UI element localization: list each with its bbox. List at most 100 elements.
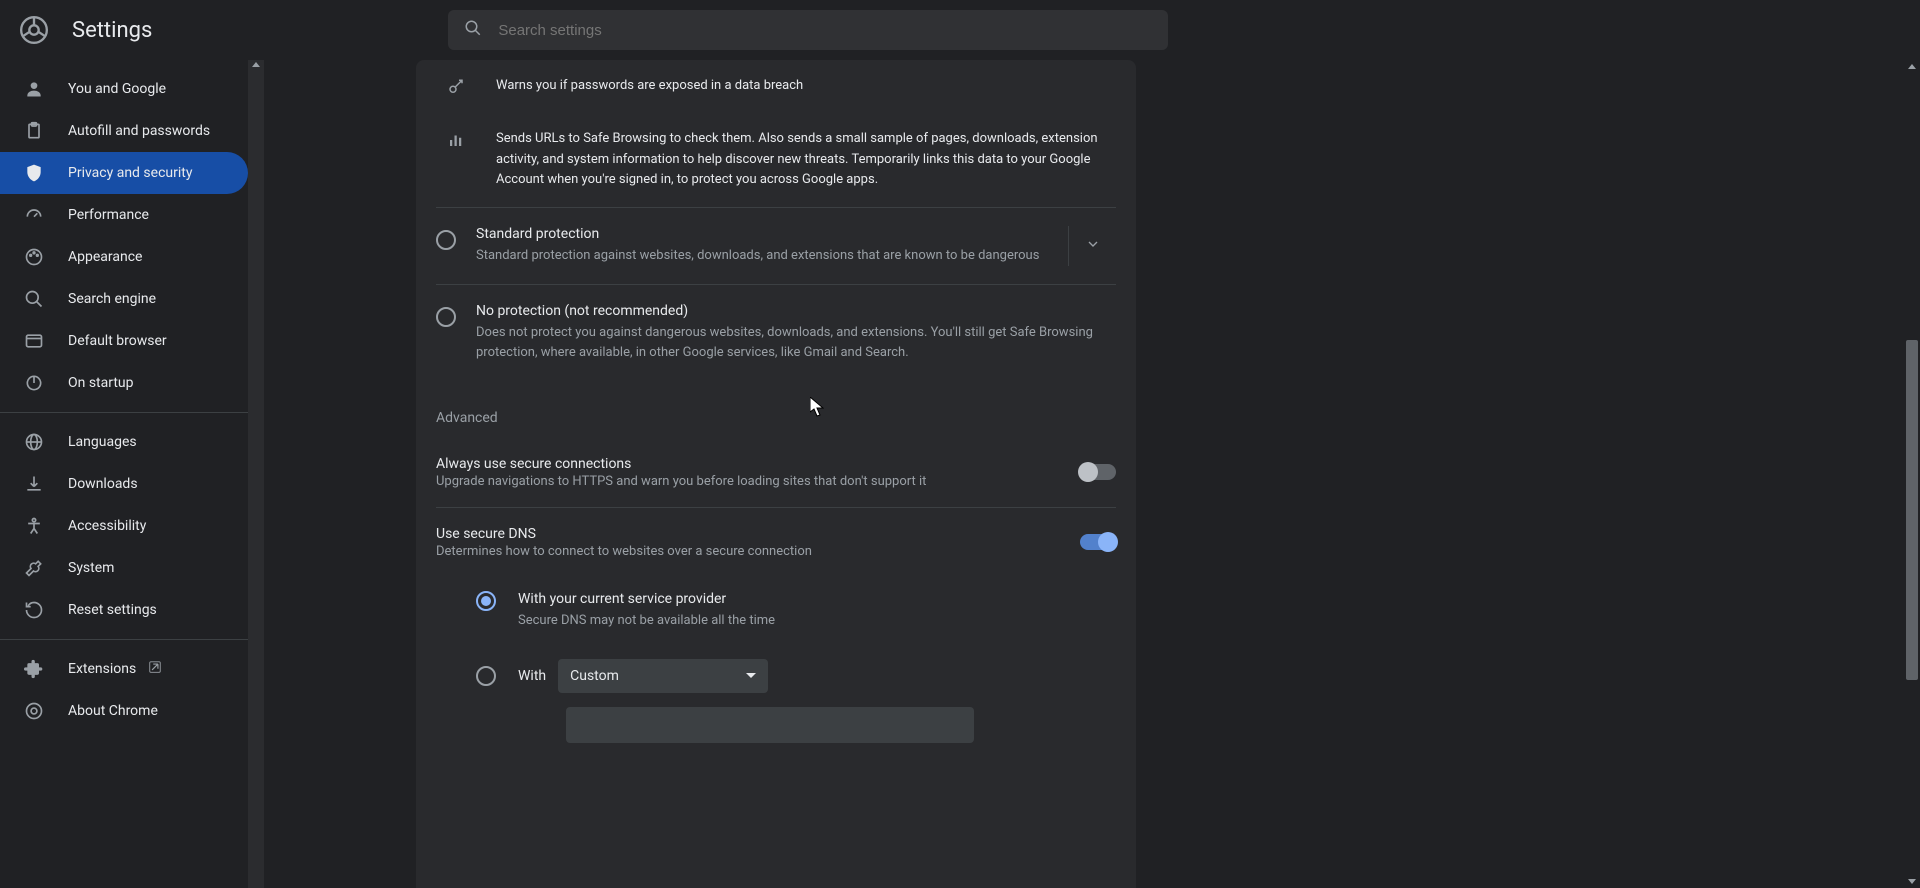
sidebar-item-label: Reset settings <box>68 602 157 618</box>
sidebar-item-performance[interactable]: Performance <box>0 194 248 236</box>
chrome-logo-icon <box>20 16 48 44</box>
sidebar-item-label: Performance <box>68 207 149 223</box>
sidebar-item-downloads[interactable]: Downloads <box>0 463 248 505</box>
sidebar-scrollbar[interactable] <box>248 60 264 888</box>
sidebar-item-appearance[interactable]: Appearance <box>0 236 248 278</box>
radio-icon[interactable] <box>436 230 456 250</box>
dns-custom-input[interactable] <box>566 707 974 743</box>
sidebar-item-reset[interactable]: Reset settings <box>0 589 248 631</box>
restore-icon <box>24 600 44 620</box>
toggle-desc: Upgrade navigations to HTTPS and warn yo… <box>436 474 1080 489</box>
sidebar-item-label: Downloads <box>68 476 138 492</box>
sidebar-item-label: Appearance <box>68 249 142 265</box>
toggle-title: Always use secure connections <box>436 456 1080 472</box>
radio-desc: Does not protect you against dangerous w… <box>476 323 1116 363</box>
sidebar-item-label: On startup <box>68 375 134 391</box>
page-scrollbar[interactable] <box>1904 60 1920 888</box>
radio-no-protection[interactable]: No protection (not recommended) Does not… <box>436 284 1116 381</box>
browser-icon <box>24 331 44 351</box>
speedometer-icon <box>24 205 44 225</box>
dns-option-provider[interactable]: With your current service provider Secur… <box>476 577 1116 645</box>
toggle-https[interactable] <box>1080 464 1116 480</box>
info-row-urls: Sends URLs to Safe Browsing to check the… <box>436 113 1116 207</box>
dns-with-label: With <box>518 668 546 684</box>
dns-option-title: With your current service provider <box>518 591 775 607</box>
header: Settings <box>0 0 1920 60</box>
sidebar-item-search-engine[interactable]: Search engine <box>0 278 248 320</box>
dns-provider-select[interactable]: Custom <box>558 659 768 693</box>
sidebar-item-label: System <box>68 560 114 576</box>
expand-button[interactable] <box>1068 226 1116 266</box>
accessibility-icon <box>24 516 44 536</box>
toggle-row-https: Always use secure connections Upgrade na… <box>436 438 1116 507</box>
toggle-title: Use secure DNS <box>436 526 1080 542</box>
chrome-icon <box>24 701 44 721</box>
chevron-down-icon <box>1085 236 1101 256</box>
dns-option-custom[interactable]: With Custom <box>476 645 1116 707</box>
sidebar-item-you-and-google[interactable]: You and Google <box>0 68 248 110</box>
sidebar-item-system[interactable]: System <box>0 547 248 589</box>
clipboard-icon <box>24 121 44 141</box>
sidebar-item-default-browser[interactable]: Default browser <box>0 320 248 362</box>
dns-option-desc: Secure DNS may not be available all the … <box>518 611 775 631</box>
shield-icon <box>24 163 44 183</box>
globe-icon <box>24 432 44 452</box>
sidebar-item-label: You and Google <box>68 81 166 97</box>
key-icon <box>436 76 476 96</box>
sidebar-item-label: Languages <box>68 434 137 450</box>
extension-icon <box>24 659 44 679</box>
scroll-up-icon <box>252 62 260 67</box>
radio-icon[interactable] <box>476 591 496 611</box>
radio-desc: Standard protection against websites, do… <box>476 246 1056 266</box>
page-title: Settings <box>72 18 152 43</box>
magnify-icon <box>24 289 44 309</box>
sidebar-item-privacy[interactable]: Privacy and security <box>0 152 248 194</box>
dns-custom-input-row <box>476 707 1116 757</box>
sidebar-item-label: About Chrome <box>68 703 158 719</box>
dns-options: With your current service provider Secur… <box>436 577 1116 757</box>
sidebar-item-label: Accessibility <box>68 518 146 534</box>
download-icon <box>24 474 44 494</box>
scroll-up-icon <box>1908 64 1916 69</box>
sidebar-item-autofill[interactable]: Autofill and passwords <box>0 110 248 152</box>
radio-title: Standard protection <box>476 226 1056 242</box>
radio-title: No protection (not recommended) <box>476 303 1116 319</box>
sidebar-item-about[interactable]: About Chrome <box>0 690 248 732</box>
scroll-down-icon <box>252 881 260 886</box>
sidebar: You and Google Autofill and passwords Pr… <box>0 60 248 888</box>
sidebar-item-accessibility[interactable]: Accessibility <box>0 505 248 547</box>
info-text: Sends URLs to Safe Browsing to check the… <box>496 129 1116 191</box>
external-link-icon <box>148 660 162 678</box>
power-icon <box>24 373 44 393</box>
sidebar-item-label: Autofill and passwords <box>68 123 210 139</box>
chevron-down-icon <box>746 673 756 678</box>
radio-icon[interactable] <box>436 307 456 327</box>
scroll-down-icon <box>1908 879 1916 884</box>
sidebar-item-on-startup[interactable]: On startup <box>0 362 248 404</box>
palette-icon <box>24 247 44 267</box>
select-value: Custom <box>570 668 619 684</box>
toggle-desc: Determines how to connect to websites ov… <box>436 544 1080 559</box>
chart-icon <box>436 129 476 149</box>
toggle-dns[interactable] <box>1080 534 1116 550</box>
scroll-thumb[interactable] <box>1906 340 1918 680</box>
sidebar-item-label: Extensions <box>68 661 136 677</box>
search-input[interactable] <box>498 22 1152 39</box>
sidebar-item-extensions[interactable]: Extensions <box>0 648 248 690</box>
sidebar-item-label: Default browser <box>68 333 167 349</box>
sidebar-item-label: Privacy and security <box>68 165 192 181</box>
info-row-passwords: Warns you if passwords are exposed in a … <box>436 60 1116 113</box>
sidebar-divider <box>0 412 248 413</box>
sidebar-item-label: Search engine <box>68 291 156 307</box>
person-icon <box>24 79 44 99</box>
search-icon <box>464 19 498 41</box>
sidebar-divider <box>0 639 248 640</box>
main-content: Warns you if passwords are exposed in a … <box>416 60 1136 888</box>
radio-standard-protection[interactable]: Standard protection Standard protection … <box>436 207 1116 284</box>
radio-icon[interactable] <box>476 666 496 686</box>
section-advanced: Advanced <box>436 382 1116 438</box>
search-container[interactable] <box>448 10 1168 50</box>
wrench-icon <box>24 558 44 578</box>
toggle-row-dns: Use secure DNS Determines how to connect… <box>436 507 1116 577</box>
sidebar-item-languages[interactable]: Languages <box>0 421 248 463</box>
